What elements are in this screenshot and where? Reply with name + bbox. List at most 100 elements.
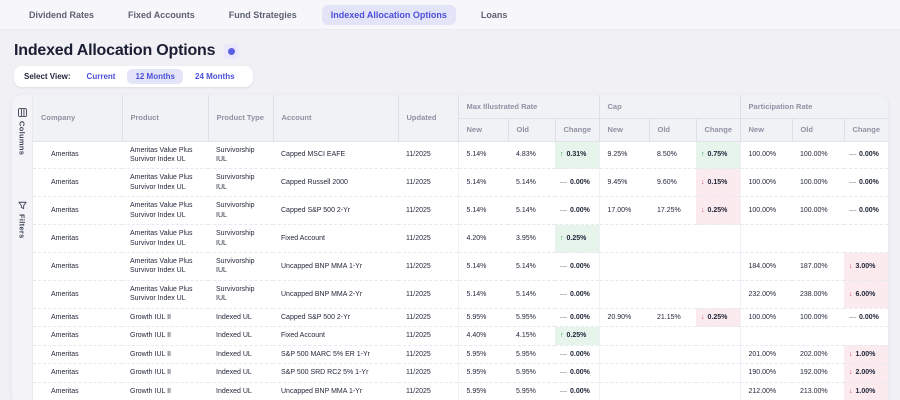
trend-down-icon: ↓ [849,291,853,298]
change-value: 0.00% [859,314,879,321]
view-selector: Select View: Current12 Months24 Months [14,66,253,87]
change-value: 2.00% [856,369,876,376]
col-header-mir-change[interactable]: Change [555,118,599,141]
cell-company: Ameritas [33,308,122,326]
view-option-24-months[interactable]: 24 Months [187,69,243,84]
cell-cap-old [649,327,696,345]
side-button-label: Columns [18,121,27,155]
cell-mir-old: 5.14% [508,253,555,281]
change-value: 0.31% [567,151,587,158]
cell-updated: 11/2025 [398,382,458,400]
col-header-mir-new[interactable]: New [458,118,508,141]
cell-part-change: ↓3.00% [844,253,888,281]
cell-part-new: 232.00% [740,280,792,308]
cell-mir-new: 5.14% [458,141,508,169]
cell-cap-new [599,345,649,363]
group-header-row: Company Product Product Type Account Upd… [33,95,888,118]
cell-cap-old [649,364,696,382]
change-value: 0.00% [570,179,590,186]
trend-down-icon: ↓ [849,388,853,395]
cell-mir-new: 5.14% [458,169,508,197]
cell-company: Ameritas [33,280,122,308]
change-value: 0.00% [570,314,590,321]
change-value: 1.00% [856,351,876,358]
page-title: Indexed Allocation Options [14,42,215,60]
cell-cap-old: 17.25% [649,197,696,225]
cell-updated: 11/2025 [398,253,458,281]
cell-part-change: —0.00% [844,197,888,225]
cell-cap-change: ↓0.25% [696,197,740,225]
table-row: AmeritasAmeritas Value Plus Survivor Ind… [33,141,888,169]
cell-product-type: Survivorship IUL [208,225,273,253]
no-change-icon: — [849,179,856,186]
side-button-columns[interactable]: Columns [18,103,27,160]
cell-product-type: Survivorship IUL [208,197,273,225]
col-header-product-type[interactable]: Product Type [208,95,273,141]
no-change-icon: — [560,263,567,270]
cell-part-change: ↓2.00% [844,364,888,382]
cell-part-old: 187.00% [792,253,844,281]
cell-product: Ameritas Value Plus Survivor Index UL [122,169,208,197]
cell-company: Ameritas [33,197,122,225]
group-header-cap: Cap [599,95,740,118]
col-header-account[interactable]: Account [273,95,398,141]
table-body: AmeritasAmeritas Value Plus Survivor Ind… [33,141,888,400]
cell-account: S&P 500 MARC 5% ER 1-Yr [273,345,398,363]
cell-part-new: 100.00% [740,141,792,169]
cell-part-new: 212.00% [740,382,792,400]
cell-cap-old [649,253,696,281]
cell-company: Ameritas [33,382,122,400]
cell-mir-new: 5.95% [458,364,508,382]
cell-account: Capped Russell 2000 [273,169,398,197]
trend-up-icon: ↑ [701,151,705,158]
grid-side-panel: Columns Filters [12,95,33,400]
view-option-current[interactable]: Current [79,69,124,84]
col-header-cap-change[interactable]: Change [696,118,740,141]
col-header-company[interactable]: Company [33,95,122,141]
group-header-max-illustrated-rate: Max Illustrated Rate [458,95,599,118]
cell-part-old [792,225,844,253]
cell-mir-change: —0.00% [555,197,599,225]
tab-loans[interactable]: Loans [472,5,517,25]
col-header-updated[interactable]: Updated [398,95,458,141]
cell-part-new: 100.00% [740,308,792,326]
cell-mir-old: 5.14% [508,169,555,197]
info-icon[interactable] [224,44,239,59]
cell-company: Ameritas [33,253,122,281]
cell-account: Capped S&P 500 2-Yr [273,308,398,326]
cell-updated: 11/2025 [398,169,458,197]
cell-cap-change: ↓0.15% [696,169,740,197]
col-header-part-change[interactable]: Change [844,118,888,141]
tab-fixed-accounts[interactable]: Fixed Accounts [119,5,204,25]
col-header-cap-new[interactable]: New [599,118,649,141]
col-header-part-old[interactable]: Old [792,118,844,141]
col-header-product[interactable]: Product [122,95,208,141]
cell-part-new: 100.00% [740,169,792,197]
no-change-icon: — [849,314,856,321]
cell-part-change: —0.00% [844,308,888,326]
side-button-filters[interactable]: Filters [18,196,27,244]
change-value: 0.00% [570,388,590,395]
change-value: 1.00% [856,388,876,395]
col-header-mir-old[interactable]: Old [508,118,555,141]
cell-cap-new: 9.25% [599,141,649,169]
cell-mir-old: 5.14% [508,280,555,308]
tab-indexed-allocation-options[interactable]: Indexed Allocation Options [322,5,456,25]
page-content: Indexed Allocation Options Select View: … [0,30,900,400]
view-option-12-months[interactable]: 12 Months [127,69,183,84]
tab-dividend-rates[interactable]: Dividend Rates [20,5,103,25]
change-value: 0.25% [708,207,728,214]
col-header-cap-old[interactable]: Old [649,118,696,141]
cell-product: Ameritas Value Plus Survivor Index UL [122,280,208,308]
cell-part-change [844,327,888,345]
tab-fund-strategies[interactable]: Fund Strategies [220,5,306,25]
cell-mir-old: 4.83% [508,141,555,169]
cell-updated: 11/2025 [398,225,458,253]
no-change-icon: — [849,151,856,158]
no-change-icon: — [560,207,567,214]
col-header-part-new[interactable]: New [740,118,792,141]
cell-part-old: 100.00% [792,169,844,197]
cell-part-new [740,327,792,345]
cell-mir-change: ↑0.31% [555,141,599,169]
cell-part-old: 238.00% [792,280,844,308]
